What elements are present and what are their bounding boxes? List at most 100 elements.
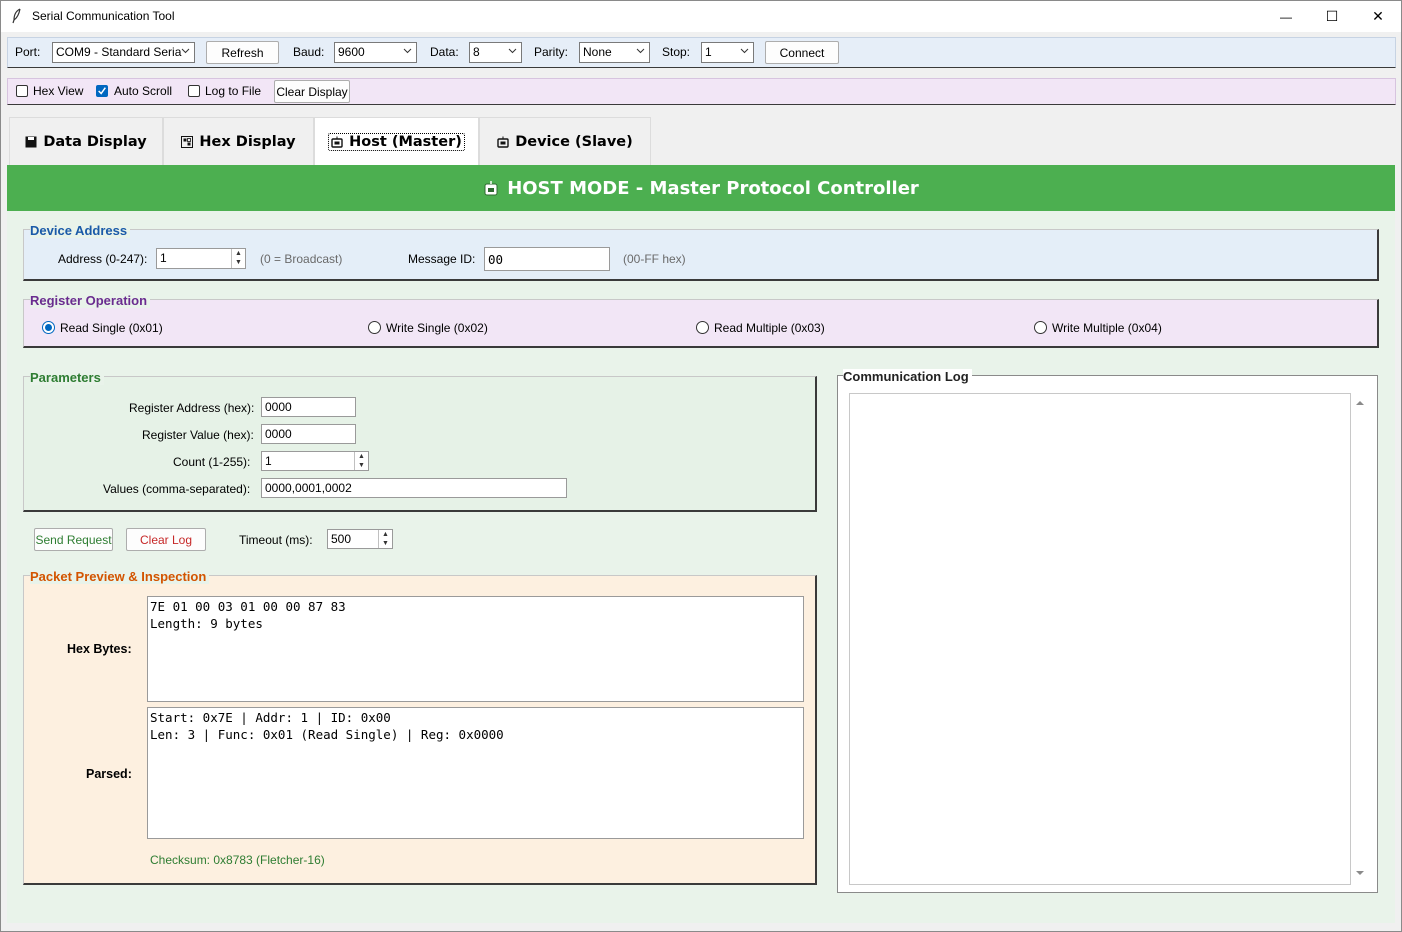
hex-bytes-label: Hex Bytes: [67,642,132,656]
chevron-down-icon [181,48,190,54]
device-address-title: Device Address [30,223,131,238]
scroll-down-icon[interactable] [1351,867,1369,879]
timeout-label: Timeout (ms): [239,533,313,547]
tab-label: Host (Master) [349,133,462,150]
log-to-file-checkbox[interactable] [188,85,200,97]
baud-label: Baud: [293,45,325,59]
tab-focus-outline: Host (Master) [328,132,465,151]
count-label: Count (1-255): [173,455,251,469]
port-select[interactable]: COM9 - Standard Seria [52,42,195,63]
stop-bits-select[interactable]: 1 [701,42,754,63]
register-address-label: Register Address (hex): [129,401,255,415]
stop-bits-label: Stop: [662,45,691,59]
close-button[interactable]: ✕ [1355,1,1401,32]
baud-select[interactable]: 9600 [334,42,417,63]
auto-scroll-label: Auto Scroll [114,84,173,98]
tab-device-slave[interactable]: Device (Slave) [479,117,651,165]
timeout-value: 500 [331,532,352,546]
read-multiple-radio[interactable] [696,321,709,334]
write-single-label: Write Single (0x02) [386,321,488,335]
window-title: Serial Communication Tool [32,9,175,23]
robot-icon [484,181,498,196]
chevron-down-icon [636,48,645,54]
read-multiple-label: Read Multiple (0x03) [714,321,825,335]
data-bits-select[interactable]: 8 [469,42,522,63]
port-value: COM9 - Standard Seria [56,45,182,59]
spin-arrows-icon[interactable]: ▲ ▼ [231,249,245,268]
minimize-button[interactable]: — [1263,1,1309,32]
tab-host-master[interactable]: Host (Master) [314,117,479,165]
data-bits-value: 8 [473,45,480,59]
address-spinbox[interactable]: 1 ▲ ▼ [156,248,246,269]
host-mode-banner: HOST MODE - Master Protocol Controller [7,165,1395,211]
hex-view-label: Hex View [33,84,84,98]
clear-display-button[interactable]: Clear Display [274,80,350,103]
message-id-hint: (00-FF hex) [623,252,686,266]
clear-log-button[interactable]: Clear Log [126,528,206,551]
communication-log-textbox[interactable] [849,393,1351,885]
stop-bits-value: 1 [705,45,712,59]
message-id-field[interactable]: 00 [484,247,610,271]
display-options-toolbar: Hex View Auto Scroll Log to File Clear D… [7,78,1396,105]
parsed-label: Parsed: [86,767,132,781]
log-scrollbar[interactable] [1351,393,1369,885]
minimize-icon: — [1280,9,1292,24]
values-label: Values (comma-separated): [103,482,251,496]
hex-grid-icon [181,135,194,148]
tab-hex-display[interactable]: Hex Display [163,117,314,165]
tab-label: Device (Slave) [515,133,633,150]
host-master-page: HOST MODE - Master Protocol Controller D… [7,165,1395,923]
packet-preview-title: Packet Preview & Inspection [30,569,210,584]
parity-select[interactable]: None [579,42,650,63]
refresh-button[interactable]: Refresh [206,41,279,64]
register-address-field[interactable]: 0000 [261,397,356,417]
port-label: Port: [15,45,41,59]
chevron-down-icon [403,48,412,54]
tab-label: Data Display [43,133,147,150]
count-value: 1 [265,454,272,468]
scroll-up-icon[interactable] [1351,397,1369,409]
robot-icon [497,136,509,148]
chevron-down-icon [508,48,517,54]
address-hint: (0 = Broadcast) [260,252,343,266]
auto-scroll-checkbox[interactable] [96,85,108,97]
connection-toolbar: Port: COM9 - Standard Seria Refresh Baud… [7,37,1396,68]
tab-data-display[interactable]: Data Display [9,117,163,165]
read-single-label: Read Single (0x01) [60,321,163,335]
floppy-icon [25,136,37,147]
hex-bytes-textbox[interactable]: 7E 01 00 03 01 00 00 87 83 Length: 9 byt… [147,596,804,702]
connect-button[interactable]: Connect [765,41,839,64]
address-value: 1 [160,251,167,265]
tab-label: Hex Display [199,133,296,150]
address-label: Address (0-247): [58,252,148,266]
title-bar: Serial Communication Tool — ☐ ✕ [1,1,1401,32]
parsed-textbox[interactable]: Start: 0x7E | Addr: 1 | ID: 0x00 Len: 3 … [147,707,804,839]
timeout-spinbox[interactable]: 500 ▲ ▼ [327,529,393,549]
feather-icon [12,8,21,24]
register-value-field[interactable]: 0000 [261,424,356,444]
maximize-button[interactable]: ☐ [1309,1,1355,32]
send-request-button[interactable]: Send Request [34,528,113,551]
write-multiple-radio[interactable] [1034,321,1047,334]
count-spinbox[interactable]: 1 ▲ ▼ [261,451,369,471]
parity-value: None [583,45,612,59]
close-icon: ✕ [1372,8,1384,24]
data-bits-label: Data: [430,45,459,59]
write-single-radio[interactable] [368,321,381,334]
app-window: Serial Communication Tool — ☐ ✕ Port: CO… [0,0,1402,932]
parameters-title: Parameters [30,370,104,385]
communication-log-title: Communication Log [843,369,972,384]
spin-arrows-icon[interactable]: ▲ ▼ [378,530,392,548]
spin-arrows-icon[interactable]: ▲ ▼ [354,452,368,470]
hex-view-checkbox[interactable] [16,85,28,97]
register-operation-title: Register Operation [30,293,151,308]
banner-title: HOST MODE - Master Protocol Controller [507,177,919,199]
robot-icon [331,136,343,148]
chevron-down-icon [740,48,749,54]
values-field[interactable]: 0000,0001,0002 [261,478,567,498]
read-single-radio[interactable] [42,321,55,334]
write-multiple-label: Write Multiple (0x04) [1052,321,1162,335]
baud-value: 9600 [338,45,365,59]
log-to-file-label: Log to File [205,84,262,98]
message-id-label: Message ID: [408,252,476,266]
